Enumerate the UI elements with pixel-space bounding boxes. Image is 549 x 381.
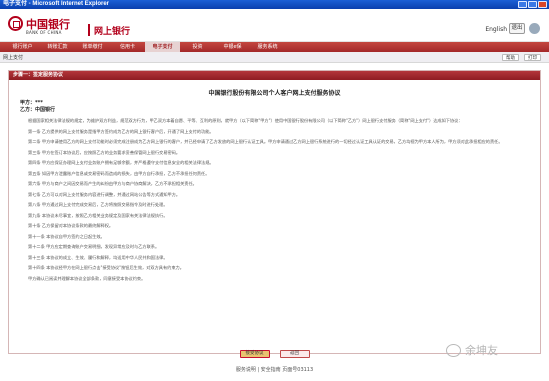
user-icon[interactable] <box>529 23 540 34</box>
page-footer: 服务说明 | 安全指南 页面号03113 <box>235 367 314 373</box>
agreement-clause: 第十条 乙方保留对本协议条款的最终解释权。 <box>28 223 114 228</box>
product-name: 网上银行 <box>88 23 130 37</box>
nav-item-transfer[interactable]: 转账汇款 <box>40 42 75 52</box>
back-button[interactable]: 返回 <box>279 350 310 358</box>
window-title: 电子支付 - Microsoft Internet Explorer <box>3 1 110 7</box>
sub-toolbar: 网上支付 帮助 打印 <box>0 52 549 63</box>
window-titlebar: 电子支付 - Microsoft Internet Explorer <box>0 0 549 9</box>
agreement-clause: 第六条 甲方与商户之间因交易而产生的纠纷由甲方与商户协商解决，乙方不承担相关责任… <box>28 181 197 186</box>
party-a: 甲方：*** <box>20 100 43 106</box>
nav-item-invest[interactable]: 投资 <box>180 42 215 52</box>
agreement-clause: 甲方确认已阅读并理解本协议全部条款，同意接受本协议约束。 <box>28 275 146 281</box>
bank-logo[interactable]: 中国银行 BANK OF CHINA <box>8 16 76 38</box>
agreement-clause: 根据国家相关法律法规的规定，为维护双方利益，规范双方行为，甲乙双方本着自愿、平等… <box>28 118 463 123</box>
divider <box>88 24 90 36</box>
agreement-clause: 第五条 如因甲方泄露账户信息或交易密码而造成的损失，由甲方自行承担，乙方不承担任… <box>28 170 210 176</box>
agreement-clause: 第九条 本协议未尽事宜，按照乙方相关业务规定及国家有关法律法规执行。 <box>28 212 168 218</box>
section-label: 网上支付 <box>3 55 24 61</box>
logout-button[interactable]: 退出 <box>509 23 525 34</box>
agreement-clause: 第二条 甲方申请使用乙方的网上支付功能时必须完成注册成为乙方网上银行的客户，并已… <box>28 139 503 144</box>
minimize-icon[interactable] <box>518 1 527 8</box>
site-header: 中国银行 BANK OF CHINA 网上银行 English 退出 <box>0 9 549 42</box>
language-link[interactable]: English <box>485 26 507 33</box>
agreement-clause: 第十一条 本协议自甲方签约之日起生效。 <box>28 233 105 239</box>
main-nav: 银行账户 转账汇款 账单缴付 信用卡 电子支付 投资 中银e保 服务系统 <box>0 42 549 52</box>
agreement-clause: 第四条 甲方应保证办理网上支付业务账户拥有足够余额，并严格遵守支付信息安全的相关… <box>28 160 214 165</box>
watermark: 余坤友 <box>446 341 541 359</box>
nav-item-insurance[interactable]: 中银e保 <box>215 42 250 52</box>
wechat-icon <box>446 343 461 357</box>
nav-item-credit-card[interactable]: 信用卡 <box>110 42 145 52</box>
watermark-text: 余坤友 <box>465 344 498 357</box>
agreement-clause: 第十四条 本协议经甲方在网上银行点击"接受协议"按钮后生效，对双方具有约束力。 <box>28 265 184 270</box>
logo-en: BANK OF CHINA <box>26 30 62 35</box>
close-icon[interactable] <box>538 1 547 8</box>
agreement-clause: 第三条 甲方在签订本协议后，应按照乙方的业务要求妥善保管网上银行交易密码。 <box>28 149 181 155</box>
agreement-clause: 第七条 乙方可以对网上支付服务内容进行调整，并通过网站公告等方式通知甲方。 <box>28 191 181 197</box>
bank-logo-icon <box>8 16 23 31</box>
nav-item-accounts[interactable]: 银行账户 <box>5 42 40 52</box>
nav-item-bills[interactable]: 账单缴付 <box>75 42 110 52</box>
nav-item-e-payment[interactable]: 电子支付 <box>145 42 180 52</box>
agreement-clause: 第十三条 本协议的成立、生效、履行和解释，均适用中华人民共和国法律。 <box>28 254 168 260</box>
print-button[interactable]: 打印 <box>524 54 541 61</box>
agreement-body: 根据国家相关法律法规的规定，为维护双方利益，规范双方行为，甲乙双方本着自愿、平等… <box>20 118 528 286</box>
accept-agreement-button[interactable]: 接受协议 <box>239 350 270 358</box>
agreement-clause: 第一条 乙方提供的网上支付服务是指甲方签约成为乙方的网上银行客户后，开通了网上支… <box>28 128 214 134</box>
agreement-clause: 第八条 甲方通过网上支付完成交易后，乙方将按照交易指令及时进行处理。 <box>28 202 168 207</box>
party-b: 乙方：中国银行 <box>20 107 56 113</box>
agreement-panel: 步骤一：签定服务协议 中国银行股份有限公司个人客户网上支付服务协议 甲方：***… <box>8 70 541 358</box>
help-button[interactable]: 帮助 <box>502 54 519 61</box>
agreement-title: 中国银行股份有限公司个人客户网上支付服务协议 <box>208 90 341 97</box>
window-controls <box>518 1 547 8</box>
agreement-clause: 第十二条 甲方应定期查询账户交易明细，发现异常应及时与乙方联系。 <box>28 244 160 249</box>
nav-item-services[interactable]: 服务系统 <box>250 42 285 52</box>
maximize-icon[interactable] <box>528 1 537 8</box>
step-header: 步骤一：签定服务协议 <box>9 71 540 80</box>
